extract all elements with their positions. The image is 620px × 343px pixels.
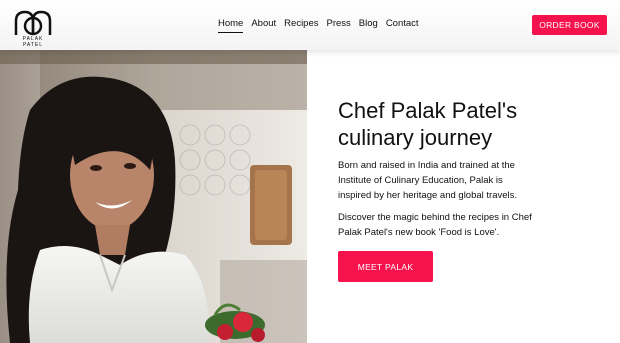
nav-recipes[interactable]: Recipes <box>284 18 318 33</box>
meet-palak-button[interactable]: MEET PALAK <box>338 251 433 282</box>
hero-title: Chef Palak Patel's culinary journey <box>338 97 538 151</box>
chef-portrait-image <box>0 50 307 343</box>
hero-photo <box>0 50 307 343</box>
nav-about[interactable]: About <box>251 18 276 33</box>
hero-title-line1: Chef Palak Patel's <box>338 98 518 123</box>
nav-contact[interactable]: Contact <box>386 18 419 33</box>
hero-title-line2: culinary journey <box>338 125 493 150</box>
order-book-button[interactable]: ORDER BOOK <box>532 15 607 35</box>
hero-book-text: Discover the magic behind the recipes in… <box>338 212 532 238</box>
site-header: PALAK PATEL Home About Recipes Press Blo… <box>0 0 620 50</box>
hero-intro-text: Born and raised in India and trained at … <box>338 160 518 201</box>
logo-mark-icon <box>14 10 52 36</box>
nav-blog[interactable]: Blog <box>359 18 378 33</box>
main-nav: Home About Recipes Press Blog Contact <box>218 18 419 33</box>
nav-press[interactable]: Press <box>327 18 351 33</box>
logo-text: PALAK PATEL <box>22 36 44 48</box>
nav-home[interactable]: Home <box>218 18 244 33</box>
logo[interactable]: PALAK PATEL <box>12 9 54 48</box>
hero-content: Chef Palak Patel's culinary journey Born… <box>338 97 538 240</box>
